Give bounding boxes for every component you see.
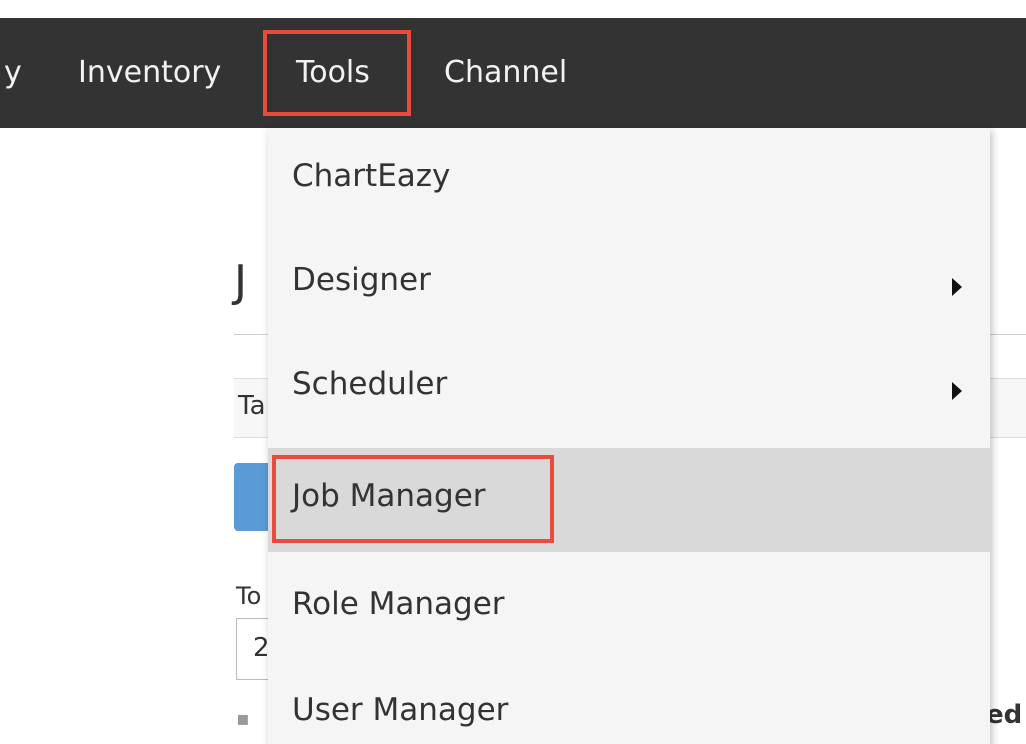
nav-item-channel[interactable]: Channel bbox=[444, 18, 567, 128]
submenu-arrow-icon bbox=[952, 382, 962, 400]
menu-item-job-manager[interactable]: Job Manager bbox=[268, 448, 990, 552]
menu-item-label: User Manager bbox=[292, 692, 509, 728]
menu-item-label: Scheduler bbox=[292, 366, 448, 402]
field-label: To bbox=[236, 582, 262, 610]
submenu-arrow-icon bbox=[952, 278, 962, 296]
menu-item-role-manager[interactable]: Role Manager bbox=[268, 556, 990, 660]
menu-item-label: Role Manager bbox=[292, 586, 505, 622]
table-header-icon: ▪ bbox=[236, 706, 250, 730]
table-column-header[interactable]: ed bbox=[986, 700, 1022, 730]
menu-item-label: ChartEazy bbox=[292, 158, 451, 194]
job-manager-highlight-box bbox=[272, 455, 554, 543]
menu-item-user-manager[interactable]: User Manager bbox=[268, 662, 990, 744]
app-page: J Ta To 2 ▪ ed y Inventory Tools Channel… bbox=[0, 0, 1026, 744]
tools-highlight-box bbox=[263, 30, 411, 116]
tools-dropdown-menu: ChartEazy Designer Scheduler Job Manager… bbox=[268, 128, 990, 744]
page-title: J bbox=[234, 256, 247, 307]
menu-item-charteazy[interactable]: ChartEazy bbox=[268, 128, 990, 232]
top-navbar: y Inventory Tools Channel bbox=[0, 18, 1026, 128]
menu-item-scheduler[interactable]: Scheduler bbox=[268, 336, 990, 440]
nav-item-truncated[interactable]: y bbox=[4, 18, 22, 128]
tab-label[interactable]: Ta bbox=[238, 391, 266, 421]
menu-item-label: Designer bbox=[292, 262, 431, 298]
nav-item-inventory[interactable]: Inventory bbox=[78, 18, 221, 128]
menu-item-designer[interactable]: Designer bbox=[268, 232, 990, 336]
